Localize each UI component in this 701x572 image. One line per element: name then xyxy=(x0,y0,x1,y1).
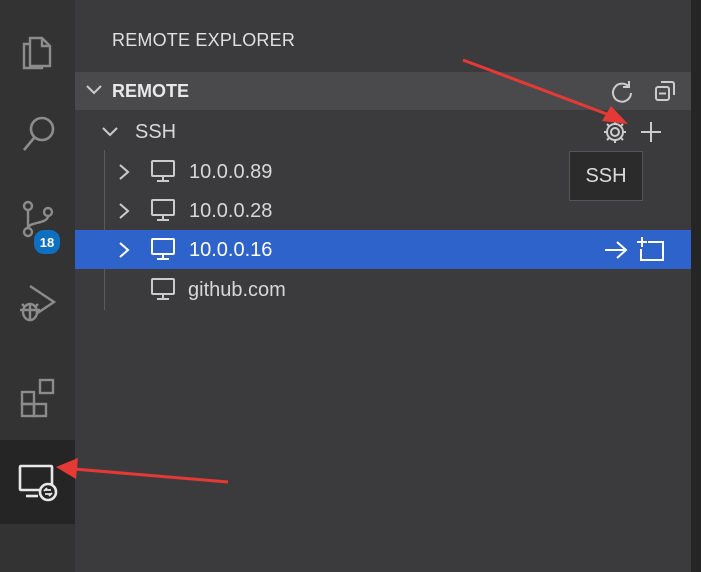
refresh-icon[interactable] xyxy=(609,78,635,104)
open-new-window-icon[interactable] xyxy=(636,235,666,263)
host-label: 10.0.0.16 xyxy=(189,239,273,261)
chevron-right-icon xyxy=(119,242,130,258)
remote-explorer-sidebar: REMOTE EXPLORER REMOTE SSH 10.0.0.89 10.… xyxy=(75,0,691,572)
ssh-tooltip: SSH xyxy=(569,151,643,201)
remote-section-title: REMOTE xyxy=(112,81,190,101)
monitor-icon xyxy=(151,160,175,182)
scrollbar-track[interactable] xyxy=(691,0,701,572)
activity-bar: 18 xyxy=(0,0,75,572)
gear-icon[interactable] xyxy=(602,119,628,145)
chevron-right-icon xyxy=(119,203,130,219)
source-control-badge: 18 xyxy=(32,228,62,256)
extensions-icon xyxy=(20,378,54,418)
remote-section-header[interactable]: REMOTE xyxy=(75,72,691,110)
connect-arrow-icon[interactable] xyxy=(602,238,630,262)
ssh-group-row[interactable]: SSH xyxy=(75,112,691,151)
search-icon xyxy=(22,116,54,151)
chevron-down-icon xyxy=(102,127,118,137)
host-label: 10.0.0.28 xyxy=(189,200,273,222)
extensions-button[interactable] xyxy=(0,356,75,440)
chevron-right-icon xyxy=(119,164,130,180)
sidebar-title: REMOTE EXPLORER xyxy=(112,30,296,50)
host-row[interactable]: github.com xyxy=(75,270,691,309)
host-label: 10.0.0.89 xyxy=(189,161,273,183)
run-debug-button[interactable] xyxy=(0,260,75,344)
remote-explorer-button[interactable] xyxy=(0,440,75,524)
ssh-group-label: SSH xyxy=(135,121,177,143)
run-debug-icon xyxy=(19,285,56,322)
collapse-all-icon[interactable] xyxy=(653,79,677,103)
chevron-down-icon xyxy=(86,85,102,95)
host-row-selected[interactable]: 10.0.0.16 xyxy=(75,230,691,269)
remote-explorer-icon xyxy=(18,464,57,502)
monitor-icon xyxy=(151,238,175,260)
add-icon[interactable] xyxy=(638,119,664,145)
explorer-button[interactable] xyxy=(0,8,75,92)
host-label: github.com xyxy=(188,279,286,301)
search-button[interactable] xyxy=(0,92,75,176)
monitor-icon xyxy=(151,199,175,221)
files-icon xyxy=(22,36,51,70)
monitor-icon xyxy=(151,278,175,300)
